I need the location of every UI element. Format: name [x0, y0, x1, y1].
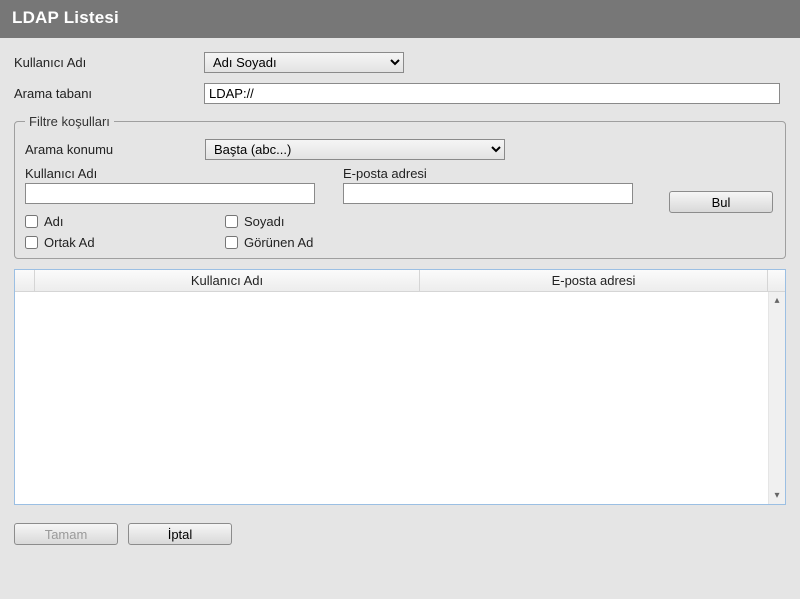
filter-username-input[interactable]	[25, 183, 315, 204]
checkbox-gorunen-ad-label: Görünen Ad	[244, 235, 313, 250]
checkbox-gorunen-ad-input[interactable]	[225, 236, 238, 249]
checkbox-soyad[interactable]: Soyadı	[225, 214, 425, 229]
results-header-scrollcap	[768, 270, 785, 291]
filter-columns: Kullanıcı Adı E-posta adresi	[25, 166, 775, 204]
filter-fieldset: Filtre koşulları Arama konumu Başta (abc…	[14, 114, 786, 259]
checkbox-ortak-ad[interactable]: Ortak Ad	[25, 235, 225, 250]
checkbox-gorunen-ad[interactable]: Görünen Ad	[225, 235, 425, 250]
checkbox-soyad-input[interactable]	[225, 215, 238, 228]
col-filter-username: Kullanıcı Adı	[25, 166, 315, 204]
col-filter-email: E-posta adresi	[343, 166, 633, 204]
label-username: Kullanıcı Adı	[14, 55, 204, 70]
window-title: LDAP Listesi	[0, 0, 800, 38]
results-header: Kullanıcı Adı E-posta adresi	[15, 270, 785, 292]
row-searchbase: Arama tabanı	[14, 83, 786, 104]
checkbox-row-2: Ortak Ad Görünen Ad	[25, 235, 775, 250]
label-search-location: Arama konumu	[25, 142, 205, 157]
checkbox-row-1: Adı Soyadı	[25, 214, 775, 229]
filter-legend: Filtre koşulları	[25, 114, 114, 129]
checkbox-ortak-ad-input[interactable]	[25, 236, 38, 249]
checkbox-ad[interactable]: Adı	[25, 214, 225, 229]
label-searchbase: Arama tabanı	[14, 86, 204, 101]
label-filter-email: E-posta adresi	[343, 166, 633, 181]
scroll-down-icon[interactable]: ▾	[769, 487, 785, 504]
row-username: Kullanıcı Adı Adı Soyadı	[14, 52, 786, 73]
dialog-footer: Tamam İptal	[0, 505, 800, 559]
label-filter-username: Kullanıcı Adı	[25, 166, 315, 181]
checkbox-ad-input[interactable]	[25, 215, 38, 228]
results-header-corner	[15, 270, 35, 291]
scroll-up-icon[interactable]: ▴	[769, 292, 785, 309]
checkbox-ad-label: Adı	[44, 214, 64, 229]
ok-button: Tamam	[14, 523, 118, 545]
username-select[interactable]: Adı Soyadı	[204, 52, 404, 73]
search-location-select[interactable]: Başta (abc...)	[205, 139, 505, 160]
vertical-scrollbar[interactable]: ▴ ▾	[768, 292, 785, 504]
checkbox-ortak-ad-label: Ortak Ad	[44, 235, 95, 250]
main-form: Kullanıcı Adı Adı Soyadı Arama tabanı Fi…	[0, 38, 800, 265]
filter-email-input[interactable]	[343, 183, 633, 204]
results-body[interactable]: ▴ ▾	[15, 292, 785, 504]
row-search-location: Arama konumu Başta (abc...)	[25, 139, 775, 160]
searchbase-input[interactable]	[204, 83, 780, 104]
ldap-list-dialog: LDAP Listesi Kullanıcı Adı Adı Soyadı Ar…	[0, 0, 800, 599]
checkbox-soyad-label: Soyadı	[244, 214, 284, 229]
find-button[interactable]: Bul	[669, 191, 773, 213]
results-header-email[interactable]: E-posta adresi	[420, 270, 768, 291]
results-header-username[interactable]: Kullanıcı Adı	[35, 270, 420, 291]
results-list: Kullanıcı Adı E-posta adresi ▴ ▾	[14, 269, 786, 505]
cancel-button[interactable]: İptal	[128, 523, 232, 545]
